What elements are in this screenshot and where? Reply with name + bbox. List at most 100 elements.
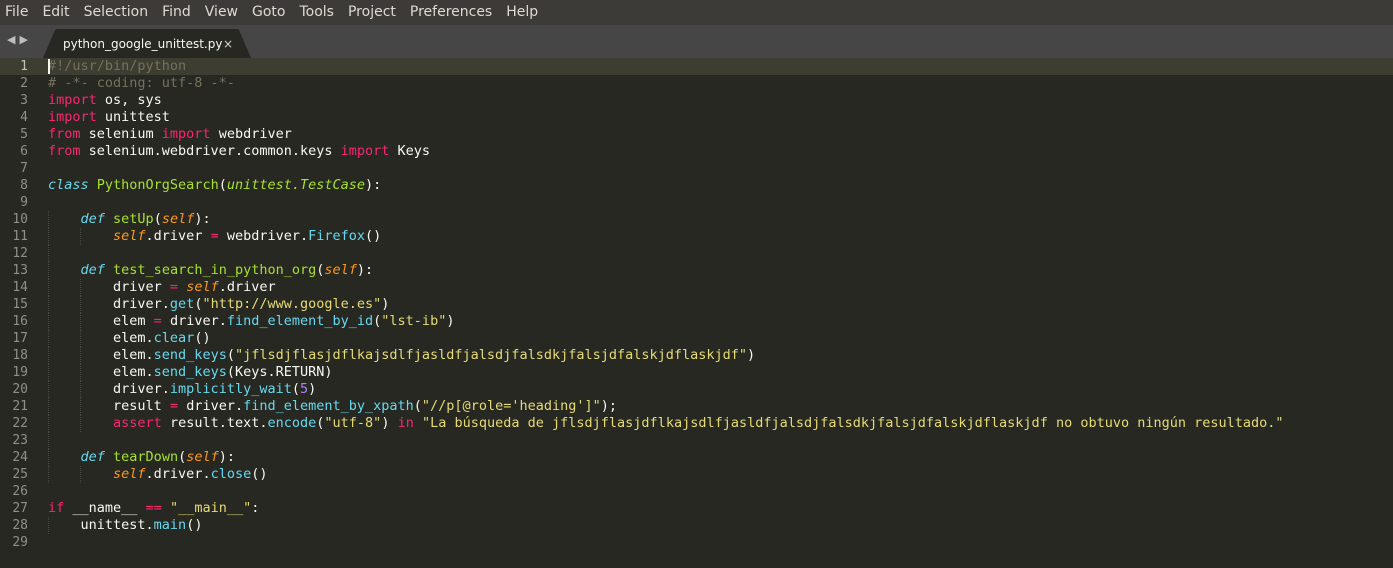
menu-bar: File Edit Selection Find View Goto Tools… [0, 0, 1393, 25]
menu-project[interactable]: Project [348, 0, 396, 25]
code-token: self [186, 449, 219, 465]
indent-guide [80, 296, 81, 313]
code-editor[interactable]: 1 2 3 4 5 6 7 8 9 10 11 12 13 14 15 16 17 18 19 20 21 22 23 24 2… [0, 58, 1393, 568]
indent-guide [48, 432, 49, 449]
code-token: ): [194, 211, 211, 227]
code-token: encode [267, 415, 317, 431]
menu-view[interactable]: View [205, 0, 238, 25]
line-number: 11 [12, 229, 28, 244]
line-number-gutter: 1 2 3 4 5 6 7 8 9 10 11 12 13 14 15 16 17 18 19 20 21 22 23 24 2… [0, 58, 40, 568]
code-token: self [113, 466, 146, 482]
code-line: if __name__ == "__main__": [48, 500, 1388, 517]
indent-guide [80, 228, 81, 245]
code-token: implicitly_wait [169, 381, 292, 397]
code-token: ( [218, 177, 227, 193]
indent-guide [80, 347, 81, 364]
menu-help[interactable]: Help [506, 0, 538, 25]
code-token: "utf-8" [324, 415, 382, 431]
code-line: from selenium.webdriver.common.keys impo… [48, 143, 1388, 160]
code-token: from [48, 143, 81, 159]
code-token: unittest [96, 109, 170, 125]
indent-guide [48, 449, 49, 466]
line-number: 21 [12, 399, 28, 414]
line-number: 10 [12, 212, 28, 227]
code-token: #!/usr/bin/python [48, 58, 187, 74]
code-line: def test_search_in_python_org(self): [48, 262, 1388, 279]
indent-guide [80, 381, 81, 398]
code-token: elem [48, 313, 154, 329]
code-line: unittest.main() [48, 517, 1388, 534]
line-number: 24 [12, 450, 28, 465]
chevron-left-icon[interactable]: ◀ [7, 33, 15, 47]
code-line: elem.send_keys("jflsdjflasjdflkajsdlfjas… [48, 347, 1388, 364]
menu-file[interactable]: File [5, 0, 28, 25]
indent-guide [80, 398, 81, 415]
code-area[interactable]: #!/usr/bin/python # -*- coding: utf-8 -*-… [48, 58, 1388, 551]
indent-guide [48, 381, 49, 398]
code-token: def [80, 211, 105, 227]
menu-edit[interactable]: Edit [42, 0, 69, 25]
code-token: webdriver. [218, 228, 309, 244]
line-number: 23 [12, 433, 28, 448]
line-number: 22 [12, 416, 28, 431]
code-token: assert [113, 415, 162, 431]
code-token: test_search_in_python_org [113, 262, 317, 278]
code-line: import unittest [48, 109, 1388, 126]
code-token: import [48, 109, 97, 125]
code-token: == [145, 500, 162, 516]
code-token: "lst-ib" [381, 313, 447, 329]
line-number: 4 [20, 110, 28, 125]
code-token: driver [48, 279, 170, 295]
indent-guide [48, 313, 49, 330]
menu-tools[interactable]: Tools [299, 0, 334, 25]
indent-guide [48, 466, 49, 483]
code-token: ) [381, 415, 398, 431]
indent-guide [80, 415, 81, 432]
code-token: () [365, 228, 382, 244]
code-token: ( [226, 347, 235, 363]
code-token: import [48, 92, 97, 108]
menu-goto[interactable]: Goto [252, 0, 285, 25]
code-token: webdriver [210, 126, 292, 142]
indent-guide [48, 364, 49, 381]
code-line: from selenium import webdriver [48, 126, 1388, 143]
code-token: unittest. [48, 517, 154, 533]
indent-guide [48, 398, 49, 415]
code-token: main [153, 517, 187, 533]
code-token: .driver [218, 279, 276, 295]
code-token: driver. [48, 296, 170, 312]
code-line: elem.clear() [48, 330, 1388, 347]
line-number: 14 [12, 280, 28, 295]
menu-selection[interactable]: Selection [84, 0, 149, 25]
close-icon[interactable]: × [223, 36, 233, 52]
code-token: clear [153, 330, 195, 346]
code-token: elem. [48, 364, 154, 380]
code-token: = [210, 228, 219, 244]
line-number: 28 [12, 518, 28, 533]
code-line: def setUp(self): [48, 211, 1388, 228]
menu-preferences[interactable]: Preferences [410, 0, 492, 25]
line-number: 16 [12, 314, 28, 329]
code-line: def tearDown(self): [48, 449, 1388, 466]
menu-find[interactable]: Find [162, 0, 191, 25]
code-token: "__main__" [169, 500, 252, 516]
line-number: 5 [20, 127, 28, 142]
line-number: 19 [12, 365, 28, 380]
code-token: setUp [113, 211, 154, 227]
chevron-right-icon[interactable]: ▶ [19, 33, 27, 47]
code-token: ) [747, 347, 756, 363]
code-token: "jflsdjflasjdflkajsdlfjasldfjalsdjfalsdk… [234, 347, 748, 363]
code-line: class PythonOrgSearch(unittest.TestCase)… [48, 177, 1388, 194]
tab-python-google-unittest[interactable]: python_google_unittest.py × [43, 29, 251, 58]
code-line [48, 432, 1388, 449]
code-token: ) [446, 313, 455, 329]
code-token: Keys [389, 143, 431, 159]
tab-label: python_google_unittest.py [63, 37, 223, 51]
line-number: 15 [12, 297, 28, 312]
indent-guide [48, 262, 49, 279]
code-line: elem = driver.find_element_by_id("lst-ib… [48, 313, 1388, 330]
code-token: PythonOrgSearch [96, 177, 219, 193]
code-token: self [186, 279, 219, 295]
